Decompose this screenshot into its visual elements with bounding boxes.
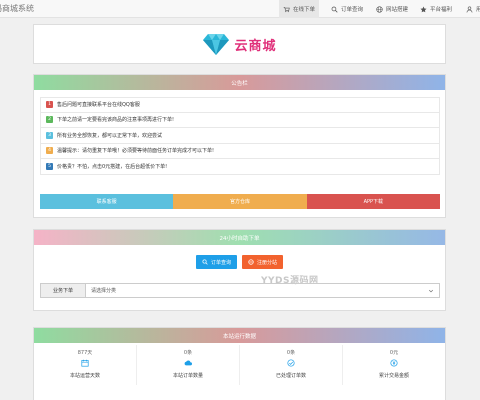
nav-order-query[interactable]: 订单查询 xyxy=(331,0,363,18)
stat-order-count: 0条 本站订单数量 xyxy=(137,345,240,385)
category-select-value: 请选择分类 xyxy=(91,288,117,294)
site-stats-card: 本站运行数据 877天 本站运营天数 0条 本站订单数量 0条 已处理订单数 0… xyxy=(33,327,446,400)
self-order-header: 24小时自助下单 xyxy=(34,230,445,245)
stat-value: 877天 xyxy=(77,350,93,356)
notice-text: 下单之前请一定要看完该商品的注意事项再进行下单! xyxy=(57,117,175,124)
logo-card: 云商城 xyxy=(33,24,446,64)
notice-text: 温馨提示：请勿重复下单哦！必须要等待前面任务订单完成才可以下单! xyxy=(57,148,215,155)
site-brand[interactable]: 码商城系统 xyxy=(0,3,34,14)
cart-icon xyxy=(283,6,290,12)
stat-trade-amount: 0元 累计交易金额 xyxy=(343,345,445,385)
search-icon xyxy=(202,259,208,265)
self-order-title: 24小时自助下单 xyxy=(219,235,260,242)
notice-text: 所有业务全部恢复，都可以正常下单，欢迎尝试 xyxy=(57,132,163,139)
site-stats-header: 本站运行数据 xyxy=(34,328,445,343)
nav-online-order-label: 在线下单 xyxy=(293,7,316,13)
stat-label: 本站运营天数 xyxy=(69,373,100,379)
business-order-label: 业务下单 xyxy=(40,283,86,298)
stat-value: 0元 xyxy=(389,350,399,356)
nav-order-query-label: 订单查询 xyxy=(341,7,364,13)
category-select[interactable]: 请选择分类 xyxy=(86,283,440,298)
money-icon xyxy=(390,359,398,369)
notice-item: 3 所有业务全部恢复，都可以正常下单，欢迎尝试 xyxy=(40,128,440,144)
notice-button-row: 联系客服 官方仓库 APP下载 xyxy=(40,194,440,209)
site-stats-grid: 877天 本站运营天数 0条 本站订单数量 0条 已处理订单数 0元 累计交易金… xyxy=(34,345,445,385)
nav-online-order[interactable]: 在线下单 xyxy=(279,0,320,18)
notice-text: 售后问题可直接联系平台在线QQ客服 xyxy=(57,102,140,109)
nav-user-label: 用户 xyxy=(476,7,480,13)
app-download-button[interactable]: APP下载 xyxy=(306,194,440,209)
notice-number-badge: 2 xyxy=(46,116,53,124)
nav-site-build[interactable]: 网站搭建 xyxy=(376,0,408,18)
notice-number-badge: 1 xyxy=(46,101,53,109)
diamond-logo-icon xyxy=(203,34,230,55)
logo-text: 云商城 xyxy=(234,38,277,54)
site-stats-title: 本站运行数据 xyxy=(222,333,256,340)
check-circle-icon xyxy=(287,359,295,369)
nav-platform-welfare[interactable]: 平台福利 xyxy=(420,0,452,18)
register-substation-button-label: 注册分站 xyxy=(257,259,278,266)
stat-label: 累计交易金额 xyxy=(378,373,409,379)
stat-processed-orders: 0条 已处理订单数 xyxy=(240,345,343,385)
globe-icon xyxy=(376,5,383,13)
notice-title: 公告栏 xyxy=(231,80,248,87)
nav-platform-welfare-label: 平台福利 xyxy=(430,7,453,13)
stat-value: 0条 xyxy=(286,350,296,356)
notice-item: 5 价格贵？不怕，点击0元搭建，在后台超低价下单! xyxy=(40,159,440,175)
nav-user[interactable]: 用户 xyxy=(466,0,480,18)
register-substation-button[interactable]: 注册分站 xyxy=(242,255,284,269)
notice-item: 4 温馨提示：请勿重复下单哦！必须要等待前面任务订单完成才可以下单! xyxy=(40,143,440,159)
cloud-icon xyxy=(184,359,192,369)
business-order-row: 业务下单 请选择分类 xyxy=(40,283,440,298)
order-query-button[interactable]: 订单查询 xyxy=(195,255,237,269)
self-order-card: 24小时自助下单 订单查询 注册分站 YYDS源码网 业务下单 请选择分类 xyxy=(33,229,446,311)
nav-site-build-label: 网站搭建 xyxy=(386,7,409,13)
user-icon xyxy=(466,6,473,13)
calendar-icon xyxy=(81,359,89,369)
notice-number-badge: 3 xyxy=(46,131,53,139)
globe-icon xyxy=(248,259,254,265)
notice-list: 1 售后问题可直接联系平台在线QQ客服 2 下单之前请一定要看完该商品的注意事项… xyxy=(40,97,440,175)
notice-item: 2 下单之前请一定要看完该商品的注意事项再进行下单! xyxy=(40,112,440,128)
stat-label: 本站订单数量 xyxy=(172,373,203,379)
official-warehouse-button[interactable]: 官方仓库 xyxy=(173,194,307,209)
notice-number-badge: 4 xyxy=(46,147,53,155)
stat-value: 0条 xyxy=(183,350,193,356)
contact-service-button[interactable]: 联系客服 xyxy=(40,194,174,209)
stat-label: 已处理订单数 xyxy=(275,373,306,379)
top-navbar: 码商城系统 在线下单 订单查询 网站搭建 平台福利 用户 xyxy=(0,0,480,18)
action-button-row: 订单查询 注册分站 xyxy=(34,255,445,269)
notice-text: 价格贵？不怕，点击0元搭建，在后台超低价下单! xyxy=(57,163,168,170)
notice-number-badge: 5 xyxy=(46,162,53,170)
chevron-down-icon xyxy=(428,289,434,292)
notice-item: 1 售后问题可直接联系平台在线QQ客服 xyxy=(40,97,440,113)
notice-header: 公告栏 xyxy=(34,75,445,90)
order-query-button-label: 订单查询 xyxy=(210,259,231,266)
stat-running-days: 877天 本站运营天数 xyxy=(34,345,137,385)
star-icon xyxy=(420,6,427,12)
notice-card: 公告栏 1 售后问题可直接联系平台在线QQ客服 2 下单之前请一定要看完该商品的… xyxy=(33,74,446,218)
search-icon xyxy=(331,6,338,13)
